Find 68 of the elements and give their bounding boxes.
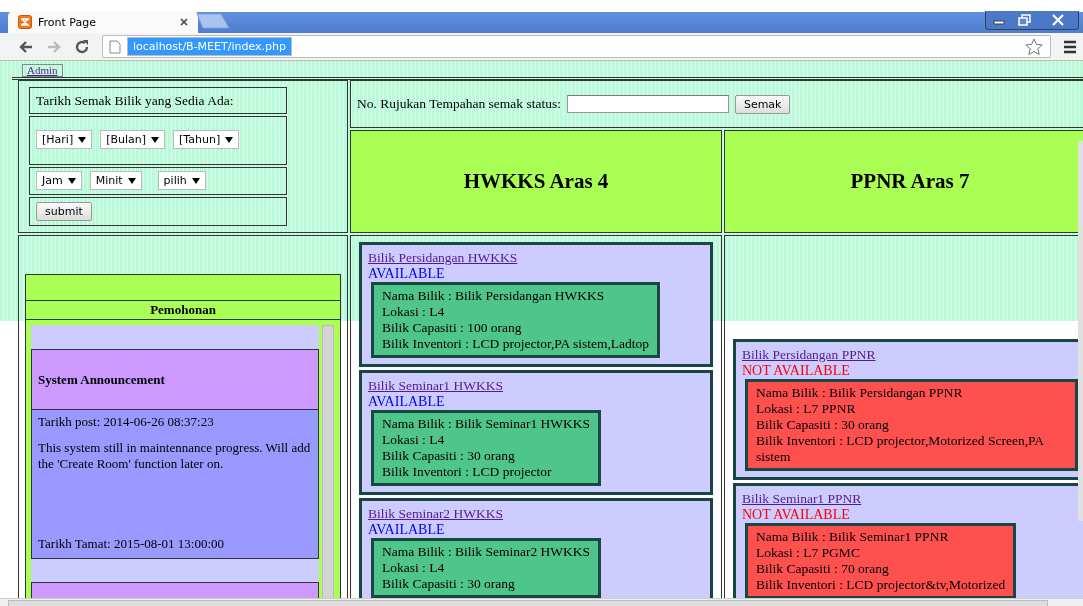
detail-line: Bilik Capasiti : 70 orang: [756, 561, 890, 577]
detail-line: Lokasi : L4: [382, 432, 446, 448]
detail-line: Lokasi : L4: [382, 560, 446, 576]
caret-icon: [67, 177, 76, 184]
room-link[interactable]: Bilik Persidangan PPNR: [742, 347, 876, 363]
detail-line: Lokasi : L7 PGMC: [756, 545, 861, 561]
reference-input[interactable]: [566, 95, 729, 113]
room-status: NOT AVAILABLE: [742, 507, 851, 523]
detail-line: Bilik Inventori : LCD projector,PA sistem,Ladtop: [382, 336, 650, 352]
app-icon: [18, 15, 32, 29]
detail-line: Nama Bilik : Bilik Persidangan PPNR: [756, 385, 964, 401]
caret-icon: [191, 177, 200, 184]
browser-tab[interactable]: Front Page: [8, 11, 198, 33]
post-date: Tarikh post: 2014-06-26 08:37:23: [38, 414, 215, 430]
tab-title: Front Page: [38, 15, 97, 29]
submit-button[interactable]: submit: [36, 202, 92, 222]
detail-line: Bilik Capasiti : 30 orang: [382, 576, 516, 592]
scrollbar[interactable]: [0, 598, 1083, 606]
scrollbar[interactable]: [1078, 141, 1083, 521]
room-status: AVAILABLE: [368, 394, 446, 410]
room-link[interactable]: Bilik Seminar1 PPNR: [742, 491, 862, 507]
building-header: HWKKS Aras 4: [350, 130, 722, 233]
caret-icon: [127, 177, 136, 184]
scrollbar[interactable]: [322, 325, 334, 598]
detail-line: Lokasi : L7 PPNR: [756, 401, 857, 417]
new-tab-button[interactable]: [196, 13, 230, 29]
end-date: Tarikh Tamat: 2015-08-01 13:00:00: [38, 536, 226, 552]
page-icon: [109, 39, 121, 54]
dropdown[interactable]: pilih: [157, 171, 206, 191]
announcement-title: System Announcement: [32, 350, 318, 410]
room-link[interactable]: Bilik Persidangan HWKKS: [368, 250, 518, 266]
caret-icon: [225, 136, 234, 143]
check-button[interactable]: Semak: [734, 94, 791, 114]
admin-link[interactable]: Admin: [22, 64, 63, 77]
status-label: No. Rujukan Tempahan semak status:: [357, 96, 561, 112]
detail-line: Nama Bilik : Bilik Persidangan HWKKS: [382, 288, 606, 304]
detail-line: Bilik Capasiti : 100 orang: [382, 320, 523, 336]
dropdown[interactable]: [Bulan]: [100, 130, 166, 149]
room-status: NOT AVAILABLE: [742, 363, 851, 379]
building-header: PPNR Aras 7: [724, 130, 1083, 233]
detail-line: Bilik Inventori : LCD projector,Motorized Screen,PA sistem: [756, 433, 1045, 465]
room-link[interactable]: Bilik Seminar1 HWKKS: [368, 378, 503, 394]
detail-line: Bilik Inventori : LCD projector&tv,Motorized: [756, 577, 1006, 593]
announcement-text: This system still in maintennance progress. Will add the 'Create Room' function later on.: [38, 440, 312, 473]
url-text: localhost/B-MEET/index.php: [127, 37, 292, 56]
close-icon[interactable]: [180, 18, 188, 26]
caret-icon: [151, 136, 160, 143]
dropdown[interactable]: [Tahun]: [173, 130, 240, 149]
detail-line: Lokasi : L4: [382, 304, 446, 320]
detail-line: Bilik Inventori : LCD projector: [382, 464, 553, 480]
panel-title: Pemohonan: [25, 301, 341, 320]
reload-icon[interactable]: [74, 38, 90, 55]
detail-line: Bilik Capasiti : 30 orang: [756, 417, 890, 433]
dropdown[interactable]: Jam: [36, 171, 82, 191]
back-icon[interactable]: [18, 38, 34, 55]
star-icon[interactable]: [1024, 36, 1044, 57]
detail-line: Bilik Capasiti : 30 orang: [382, 448, 516, 464]
dropdown[interactable]: Minit: [89, 171, 142, 191]
room-status: AVAILABLE: [368, 522, 446, 538]
detail-line: Nama Bilik : Bilik Seminar1 PPNR: [756, 529, 950, 545]
room-status: AVAILABLE: [368, 266, 446, 282]
menu-icon[interactable]: [1063, 39, 1077, 54]
dropdown[interactable]: [Hari]: [36, 130, 93, 149]
room-link[interactable]: Bilik Seminar2 HWKKS: [368, 506, 503, 522]
detail-line: Nama Bilik : Bilik Seminar1 HWKKS: [382, 416, 591, 432]
detail-line: Nama Bilik : Bilik Seminar2 HWKKS: [382, 544, 591, 560]
caret-icon: [78, 136, 87, 143]
form-title: Tarikh Semak Bilik yang Sedia Ada:: [36, 92, 234, 109]
